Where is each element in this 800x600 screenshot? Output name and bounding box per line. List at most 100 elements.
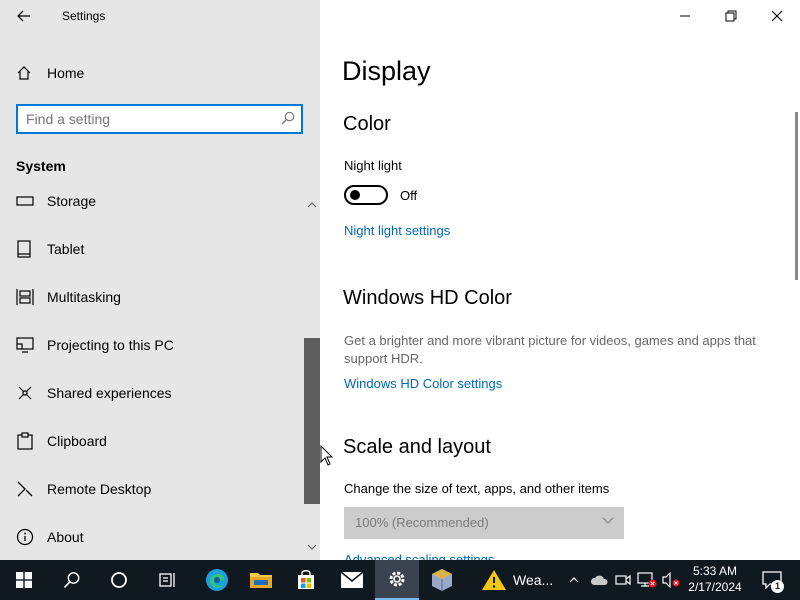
onedrive-tray[interactable] xyxy=(588,560,610,600)
camera-icon xyxy=(615,574,631,586)
toggle-knob xyxy=(350,190,360,200)
color-heading: Color xyxy=(343,113,391,135)
cortana-button[interactable] xyxy=(97,560,141,600)
content-scrollbar[interactable] xyxy=(795,112,798,280)
hd-color-heading: Windows HD Color xyxy=(343,287,512,309)
back-button[interactable] xyxy=(10,4,38,28)
chevron-down-icon[interactable] xyxy=(307,544,317,550)
action-center-button[interactable]: 1 xyxy=(752,560,792,600)
task-view-button[interactable] xyxy=(146,560,190,600)
page-title: Display xyxy=(342,56,431,86)
nav-list: Storage Tablet Multitasking Projecting t… xyxy=(0,182,320,560)
cloud-icon xyxy=(590,575,608,585)
restore-button[interactable] xyxy=(708,0,754,32)
night-light-toggle-state: Off xyxy=(400,188,418,203)
scale-layout-heading: Scale and layout xyxy=(343,436,491,458)
taskbar-mail[interactable] xyxy=(330,560,374,600)
scale-dropdown[interactable]: 100% (Recommended) xyxy=(344,507,624,539)
mouse-cursor-icon xyxy=(320,445,334,466)
weather-text: Wea... xyxy=(513,572,554,588)
close-icon xyxy=(771,10,783,22)
system-clock[interactable]: 5:33 AM 2/17/2024 xyxy=(684,563,746,595)
display-settings-content: Display Color Night light Off Night ligh… xyxy=(320,0,800,560)
task-view-icon xyxy=(159,573,175,587)
folder-icon xyxy=(250,573,272,588)
app-title: Settings xyxy=(62,9,106,23)
weather-widget[interactable]: Wea... xyxy=(478,560,562,600)
start-button[interactable] xyxy=(2,560,46,600)
nav-item-label: Storage xyxy=(47,193,97,209)
chevron-up-icon[interactable] xyxy=(307,202,317,208)
remote-desktop-icon xyxy=(16,480,34,498)
nav-item-clipboard[interactable]: Clipboard xyxy=(0,417,304,465)
restore-icon xyxy=(725,10,737,22)
nav-item-about[interactable]: About xyxy=(0,513,304,560)
windows-logo-icon xyxy=(16,572,32,588)
nav-item-storage[interactable]: Storage xyxy=(0,182,304,225)
minimize-button[interactable] xyxy=(662,0,708,32)
storage-icon xyxy=(16,192,34,210)
device-tray[interactable] xyxy=(612,560,634,600)
store-icon xyxy=(298,570,314,589)
search-icon xyxy=(63,572,80,589)
title-bar-left: Settings xyxy=(0,0,320,32)
nav-scrollbar-thumb[interactable] xyxy=(304,338,320,504)
nav-item-label: Projecting to this PC xyxy=(47,337,174,353)
settings-nav-pane: Settings Home System Storage Tablet xyxy=(0,0,320,560)
network-disconnected-icon xyxy=(637,572,657,588)
volume-muted-icon xyxy=(662,572,680,588)
nav-item-projecting[interactable]: Projecting to this PC xyxy=(0,321,304,369)
night-light-label: Night light xyxy=(344,158,402,173)
taskbar-settings[interactable] xyxy=(375,560,419,600)
nav-section-label: System xyxy=(16,158,66,174)
nav-item-label: Tablet xyxy=(47,241,85,257)
nav-item-label: Remote Desktop xyxy=(47,481,152,497)
nav-scrollbar[interactable] xyxy=(303,196,320,560)
nav-item-label: Multitasking xyxy=(47,289,121,305)
taskbar: Wea... 5:33 AM 2/17/2024 1 xyxy=(0,560,800,600)
cortana-icon xyxy=(111,572,127,588)
notification-count-badge: 1 xyxy=(771,580,784,593)
search-icon xyxy=(281,111,295,130)
taskbar-virtualbox[interactable] xyxy=(420,560,464,600)
taskbar-file-explorer[interactable] xyxy=(239,560,283,600)
virtualbox-icon xyxy=(432,569,452,591)
gear-icon xyxy=(389,571,405,587)
back-arrow-icon xyxy=(17,10,30,22)
nav-item-multitasking[interactable]: Multitasking xyxy=(0,273,304,321)
nav-home[interactable]: Home xyxy=(0,56,320,90)
chevron-down-icon xyxy=(602,517,614,524)
edge-browser-icon xyxy=(206,569,228,591)
hd-color-settings-link[interactable]: Windows HD Color settings xyxy=(344,376,502,391)
chevron-up-icon xyxy=(569,577,579,583)
nav-home-label: Home xyxy=(47,65,85,81)
advanced-scaling-link[interactable]: Advanced scaling settings xyxy=(344,552,494,560)
info-icon xyxy=(16,528,34,546)
show-hidden-icons-button[interactable] xyxy=(566,560,582,600)
volume-tray[interactable] xyxy=(660,560,682,600)
night-light-toggle[interactable] xyxy=(344,185,388,205)
nav-item-label: Shared experiences xyxy=(47,385,172,401)
search-taskbar-button[interactable] xyxy=(50,560,94,600)
taskbar-store[interactable] xyxy=(284,560,328,600)
scale-dropdown-value: 100% (Recommended) xyxy=(355,515,489,530)
taskbar-edge[interactable] xyxy=(195,560,239,600)
nav-item-tablet[interactable]: Tablet xyxy=(0,225,304,273)
network-tray[interactable] xyxy=(635,560,659,600)
clock-date: 2/17/2024 xyxy=(688,580,742,594)
multitasking-icon xyxy=(16,288,34,306)
night-light-settings-link[interactable]: Night light settings xyxy=(344,223,450,238)
home-icon xyxy=(16,65,32,86)
close-button[interactable] xyxy=(754,0,800,32)
minimize-icon xyxy=(680,15,690,17)
projecting-icon xyxy=(16,336,34,354)
weather-alert-icon xyxy=(482,570,506,590)
nav-item-label: About xyxy=(47,529,84,545)
nav-item-label: Clipboard xyxy=(47,433,107,449)
mail-icon xyxy=(340,571,364,588)
search-box[interactable] xyxy=(16,104,303,134)
nav-item-shared-experiences[interactable]: Shared experiences xyxy=(0,369,304,417)
search-input[interactable] xyxy=(26,110,266,128)
nav-item-remote-desktop[interactable]: Remote Desktop xyxy=(0,465,304,513)
hd-color-description: Get a brighter and more vibrant picture … xyxy=(344,333,756,366)
